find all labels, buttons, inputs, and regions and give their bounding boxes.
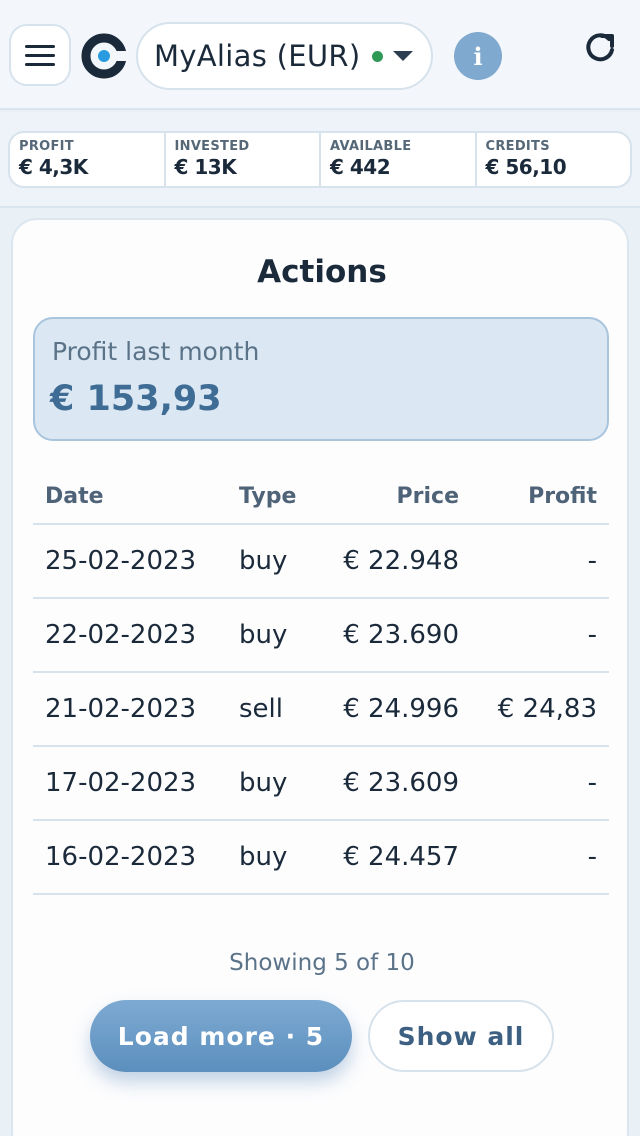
cell-price: € 23.690 [315,598,471,673]
cell-type: buy [227,598,315,673]
cell-profit: € 24,83 [471,672,609,747]
refresh-icon[interactable] [578,26,622,70]
table-row: 25-02-2023 buy € 22.948 - [33,524,609,599]
table-row: 21-02-2023 sell € 24.996 € 24,83 [33,672,609,747]
menu-icon [25,44,55,48]
stat-credits: CREDITS € 56,10 [474,133,631,186]
stat-value: € 4,3K [19,155,88,179]
stat-profit: PROFIT € 4,3K [10,133,164,186]
cell-type: buy [227,746,315,821]
stat-value: € 56,10 [485,155,567,179]
app-header: MyAlias (EUR) i [0,0,640,110]
info-icon: i [473,41,483,71]
table-row: 17-02-2023 buy € 23.609 - [33,746,609,821]
cell-date: 17-02-2023 [33,746,227,821]
header-price[interactable]: Price [315,470,471,525]
header-profit[interactable]: Profit [471,470,609,525]
cell-date: 21-02-2023 [33,672,227,747]
header-date[interactable]: Date [33,470,227,525]
chevron-down-icon [393,51,414,61]
stat-label: AVAILABLE [330,139,412,154]
menu-icon-bar [25,53,55,57]
cell-type: buy [227,524,315,599]
show-all-button[interactable]: Show all [368,1000,554,1072]
load-more-button[interactable]: Load more · 5 [90,1000,352,1072]
table-header-row: Date Type Price Profit [33,470,609,525]
menu-icon-bar [25,62,55,66]
cell-date: 22-02-2023 [33,598,227,673]
cell-price: € 23.609 [315,746,471,821]
cell-profit: - [471,820,609,895]
stats-band: PROFIT € 4,3K INVESTED € 13K AVAILABLE €… [0,112,640,208]
stat-label: INVESTED [174,139,250,154]
cell-date: 16-02-2023 [33,820,227,895]
stat-invested: INVESTED € 13K [163,133,320,186]
cell-type: buy [227,820,315,895]
cell-date: 25-02-2023 [33,524,227,599]
menu-button[interactable] [9,24,71,86]
stat-value: € 13K [174,155,237,179]
status-dot [372,50,384,62]
stat-value: € 442 [330,155,391,179]
alias-select[interactable]: MyAlias (EUR) [136,22,433,90]
table-row: 22-02-2023 buy € 23.690 - [33,598,609,673]
profit-last-month-box: Profit last month € 153,93 [33,317,609,441]
actions-card: Actions Profit last month € 153,93 Date … [11,218,629,1136]
profit-last-month-value: € 153,93 [50,379,222,419]
header-type[interactable]: Type [227,470,315,525]
table-row: 16-02-2023 buy € 24.457 - [33,820,609,895]
showing-count: Showing 5 of 10 [229,950,415,976]
cell-profit: - [471,524,609,599]
cell-price: € 24.457 [315,820,471,895]
info-button[interactable]: i [454,32,502,80]
cell-price: € 24.996 [315,672,471,747]
stat-label: CREDITS [485,139,550,154]
stat-available: AVAILABLE € 442 [319,133,475,186]
cell-profit: - [471,598,609,673]
cell-price: € 22.948 [315,524,471,599]
cell-type: sell [227,672,315,747]
logo-icon [81,33,128,79]
profit-last-month-label: Profit last month [52,337,260,366]
stat-label: PROFIT [19,139,74,154]
actions-table: Date Type Price Profit 25-02-2023 buy € … [33,470,609,895]
cell-profit: - [471,746,609,821]
stats-bar: PROFIT € 4,3K INVESTED € 13K AVAILABLE €… [8,131,632,188]
card-title: Actions [257,254,387,290]
alias-label: MyAlias (EUR) [154,39,361,73]
